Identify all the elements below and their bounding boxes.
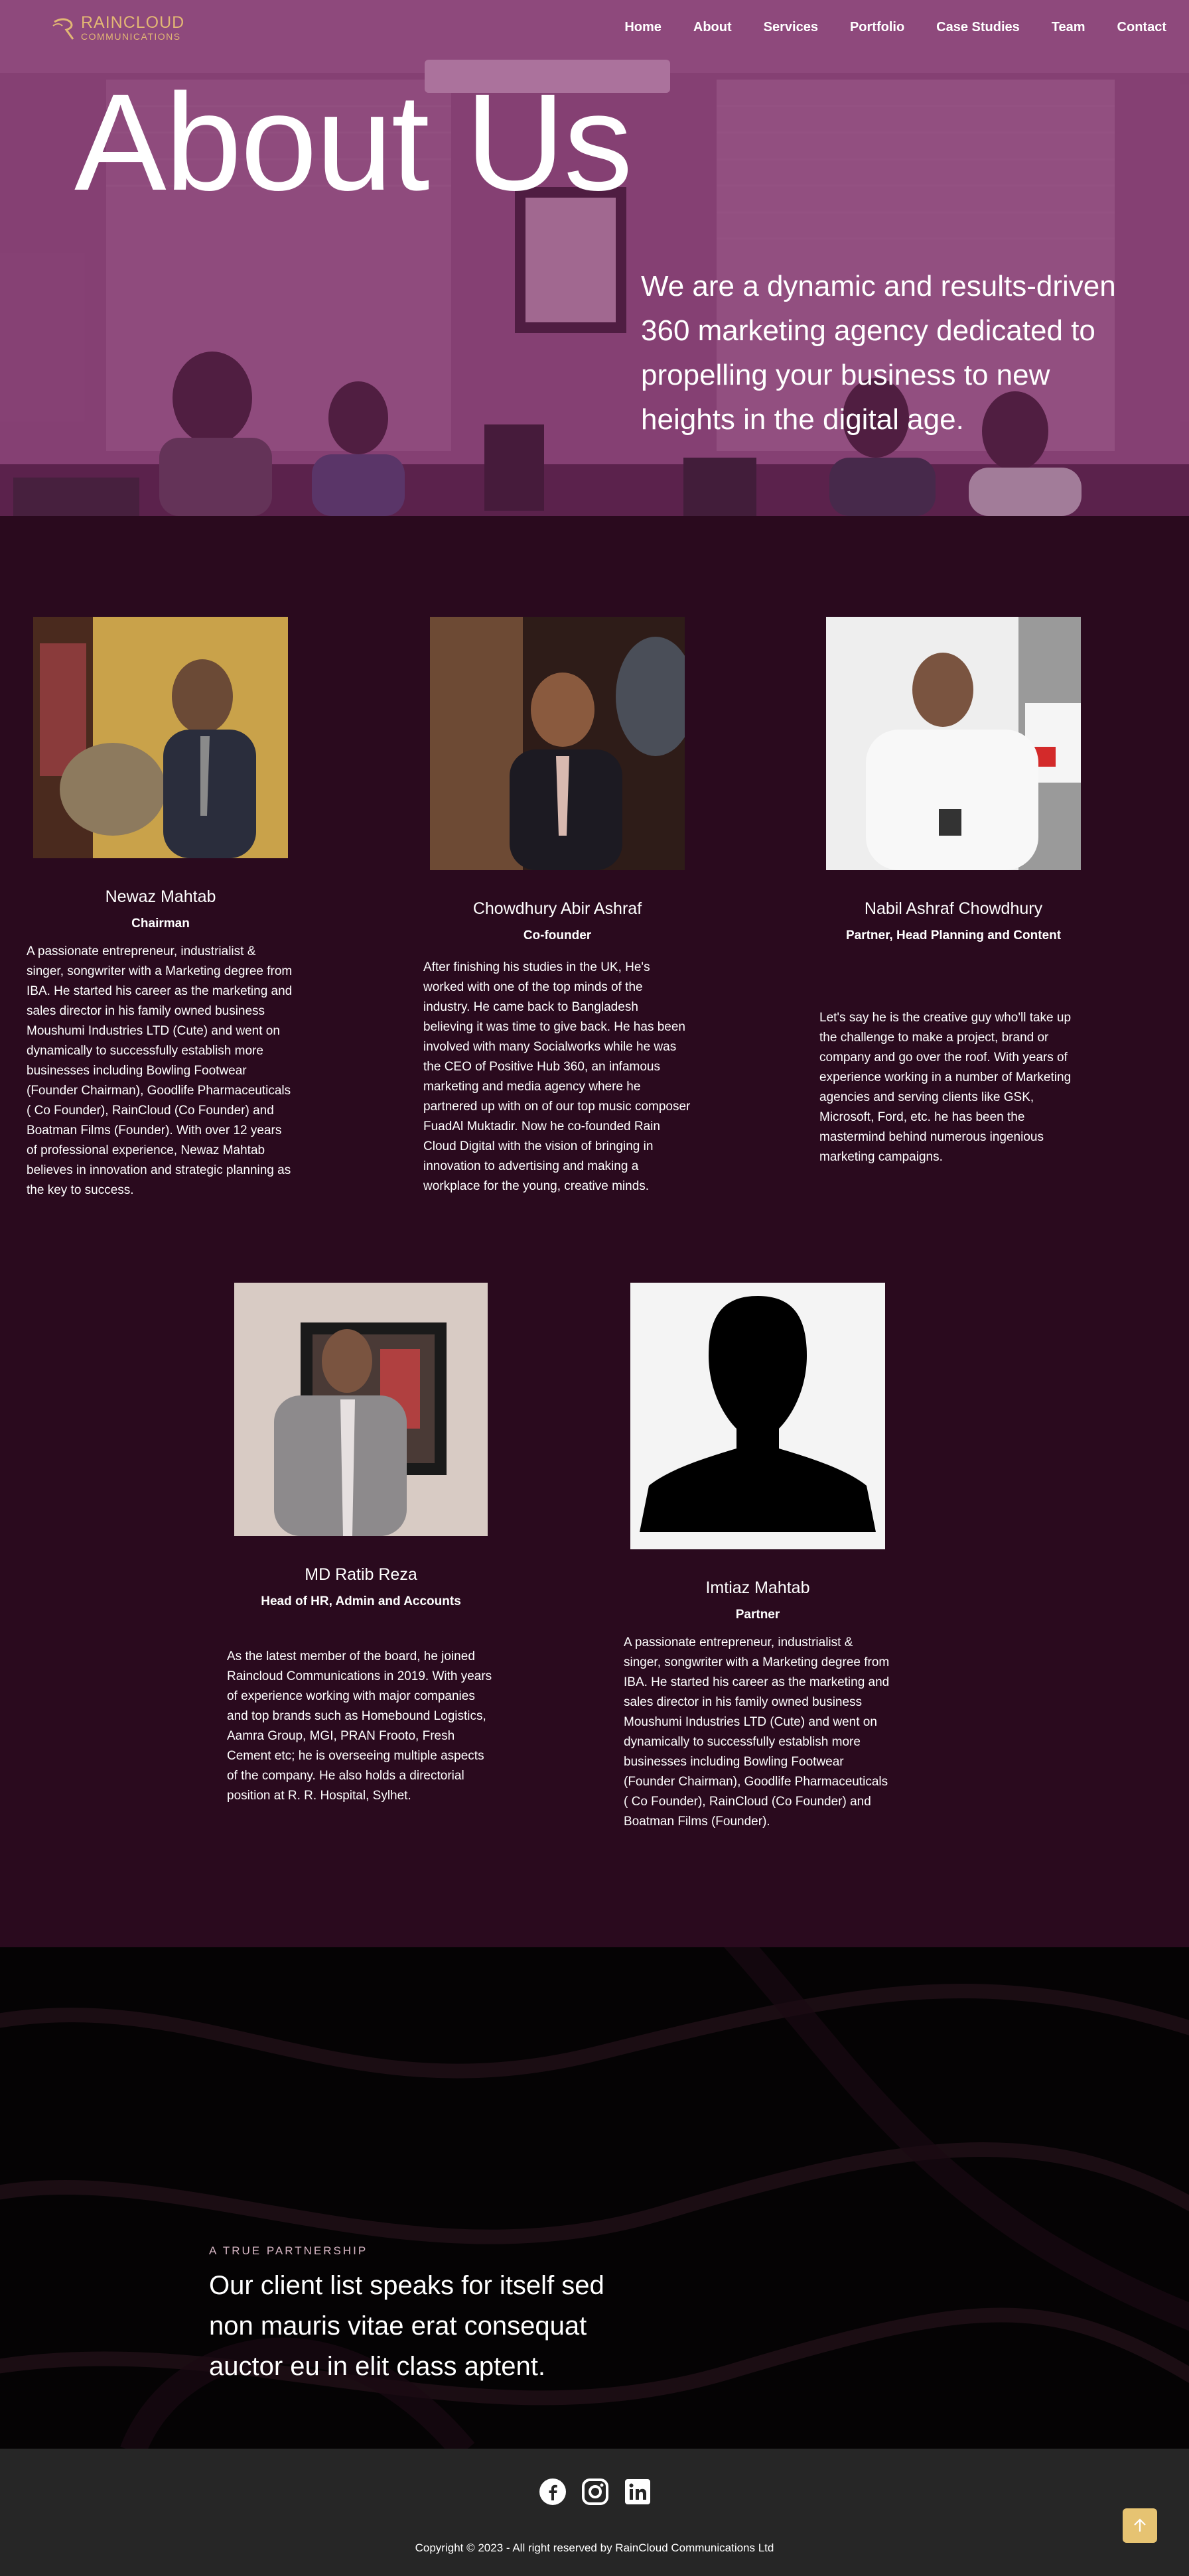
instagram-icon[interactable]: [581, 2478, 609, 2506]
member-role: Co-founder: [523, 929, 592, 942]
member-name: MD Ratib Reza: [305, 1565, 417, 1584]
member-name: Nabil Ashraf Chowdhury: [864, 899, 1043, 918]
arrow-up-icon: [1134, 2518, 1146, 2532]
nav-about[interactable]: About: [693, 20, 732, 35]
nav-case-studies[interactable]: Case Studies: [936, 20, 1020, 35]
member-role: Partner: [735, 1608, 780, 1622]
team-section: Newaz Mahtab Chairman A passionate entre…: [0, 516, 1189, 1947]
social-links: [539, 2478, 652, 2506]
member-photo: [630, 1283, 885, 1549]
partnership-headline: Our client list speaks for itself sed no…: [209, 2271, 604, 2381]
linkedin-icon[interactable]: [624, 2478, 652, 2506]
member-name: Imtiaz Mahtab: [705, 1578, 810, 1597]
back-to-top-button[interactable]: [1123, 2508, 1157, 2543]
page-title: About Us: [74, 66, 633, 220]
member-bio: As the latest member of the board, he jo…: [227, 1649, 492, 1803]
partnership-label: A TRUE PARTNERSHIP: [209, 2244, 368, 2257]
main-nav: Home About Services Portfolio Case Studi…: [593, 20, 1166, 35]
nav-team[interactable]: Team: [1052, 20, 1085, 35]
member-bio: After finishing his studies in the UK, H…: [423, 960, 691, 1193]
silhouette-placeholder-icon: [630, 1283, 885, 1549]
hero-section: RAINCLOUD COMMUNICATIONS Home About Serv…: [0, 0, 1189, 516]
member-bio: A passionate entrepreneur, industrialist…: [27, 944, 293, 1197]
nav-portfolio[interactable]: Portfolio: [850, 20, 904, 35]
facebook-icon[interactable]: [539, 2478, 567, 2506]
brand-logo[interactable]: RAINCLOUD COMMUNICATIONS: [50, 15, 184, 42]
member-photo: [430, 617, 685, 870]
brand-name: RAINCLOUD: [81, 13, 185, 32]
member-bio: Let's say he is the creative guy who'll …: [819, 1011, 1072, 1164]
member-bio: A passionate entrepreneur, industrialist…: [624, 1636, 890, 1829]
member-name: Newaz Mahtab: [105, 887, 216, 906]
member-role: Chairman: [131, 917, 190, 931]
partnership-section: A TRUE PARTNERSHIP Our client list speak…: [0, 1947, 1189, 2449]
member-role: Partner, Head Planning and Content: [845, 929, 1062, 942]
member-photo: [826, 617, 1081, 870]
copyright-text: Copyright © 2023 - All right reserved by…: [415, 2542, 774, 2554]
member-role: Head of HR, Admin and Accounts: [261, 1594, 461, 1608]
member-name: Chowdhury Abir Ashraf: [472, 899, 642, 918]
hero-tagline: We are a dynamic and results-driven 360 …: [641, 270, 1116, 436]
nav-contact[interactable]: Contact: [1117, 20, 1166, 35]
footer: Copyright © 2023 - All right reserved by…: [0, 2449, 1189, 2576]
member-photo: [234, 1283, 488, 1536]
nav-home[interactable]: Home: [624, 20, 662, 35]
brand-subtitle: COMMUNICATIONS: [81, 31, 181, 42]
nav-services[interactable]: Services: [764, 20, 818, 35]
member-photo: [33, 617, 288, 858]
raincloud-logo-icon: [52, 18, 74, 40]
